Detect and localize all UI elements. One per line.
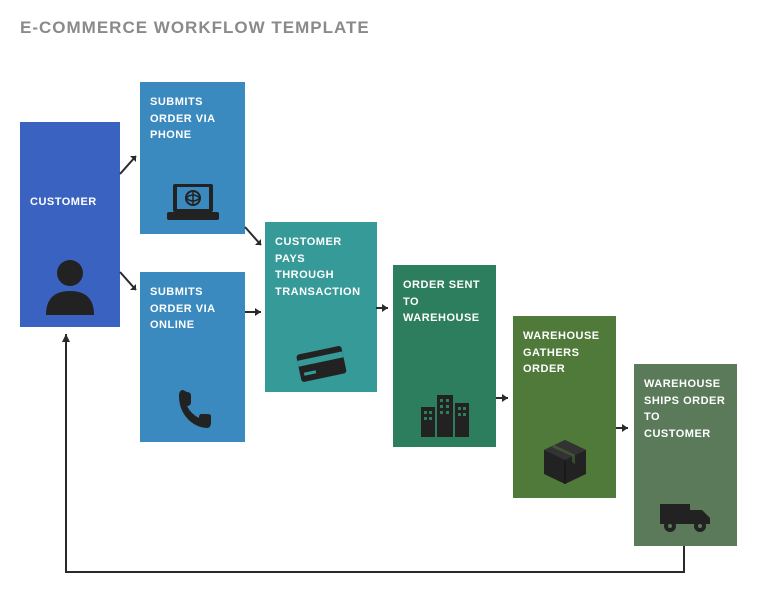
arrow-phone-pay (243, 225, 269, 255)
node-phone: SUBMITS ORDER VIA PHONE (140, 82, 245, 234)
node-customer: CUSTOMER (20, 122, 120, 327)
laptop-icon (140, 182, 245, 224)
arrow-customer-online (118, 270, 144, 300)
arrow-pay-sent (374, 300, 396, 316)
node-label: CUSTOMER PAYS THROUGH TRANSACTION (275, 234, 367, 300)
arrow-ship-customer (18, 320, 688, 580)
node-label: CUSTOMER (30, 194, 110, 211)
person-icon (20, 253, 120, 317)
node-label: SUBMITS ORDER VIA PHONE (150, 94, 235, 144)
arrow-customer-phone (118, 150, 144, 180)
page-title: E-COMMERCE WORKFLOW TEMPLATE (20, 18, 370, 38)
arrow-online-pay (243, 304, 269, 320)
